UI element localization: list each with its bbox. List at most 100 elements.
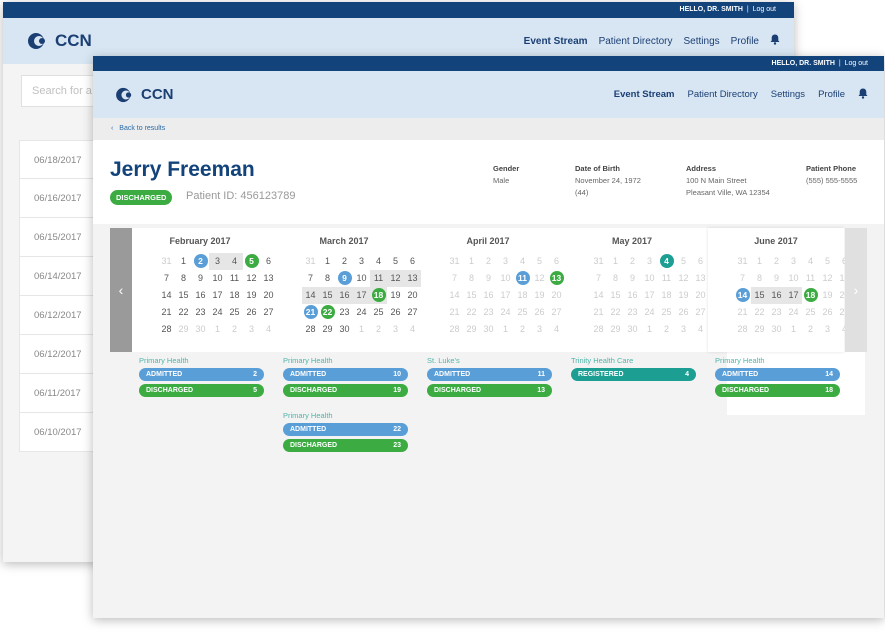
bell-icon[interactable] [770,34,780,48]
calendar-day[interactable]: 25 [370,304,387,321]
calendar-day[interactable]: 1 [353,321,370,338]
discharged-event[interactable]: DISCHARGED 13 [427,384,552,397]
calendar-day[interactable]: 31 [158,253,175,270]
calendar-day[interactable]: 12 [387,270,404,287]
calendar-day[interactable]: 17 [497,287,514,304]
calendar-day[interactable]: 23 [768,304,785,321]
calendar-day[interactable]: 29 [607,321,624,338]
calendar-day[interactable]: 11 [658,270,675,287]
calendar-day[interactable]: 2 [514,321,531,338]
calendar-day[interactable]: 2 [658,321,675,338]
calendar-day[interactable]: 12 [531,270,548,287]
calendar-day[interactable]: 16 [624,287,641,304]
calendar-day[interactable]: 14 [734,287,751,304]
calendar-day[interactable]: 14 [590,287,607,304]
calendar-day[interactable]: 11 [370,270,387,287]
admitted-event[interactable]: ADMITTED 14 [715,368,840,381]
calendar-day[interactable]: 17 [641,287,658,304]
calendar-day[interactable]: 5 [387,253,404,270]
calendar-day[interactable]: 3 [641,253,658,270]
calendar-day[interactable]: 30 [768,321,785,338]
bell-icon[interactable] [858,88,868,102]
calendar-day[interactable]: 9 [480,270,497,287]
calendar-day[interactable]: 7 [446,270,463,287]
prev-month-button[interactable]: ‹ [110,228,132,352]
calendar-day[interactable]: 4 [548,321,565,338]
calendar-day[interactable]: 4 [226,253,243,270]
calendar-day[interactable]: 20 [404,287,421,304]
calendar-day[interactable]: 30 [480,321,497,338]
calendar-day[interactable]: 12 [243,270,260,287]
nav-event-stream[interactable]: Event Stream [524,36,588,47]
calendar-day[interactable]: 4 [404,321,421,338]
calendar-day[interactable]: 18 [658,287,675,304]
calendar-day[interactable]: 2 [768,253,785,270]
calendar-day[interactable]: 21 [158,304,175,321]
calendar-day[interactable]: 3 [497,253,514,270]
calendar-day[interactable]: 28 [590,321,607,338]
calendar-day[interactable]: 15 [607,287,624,304]
calendar-day[interactable]: 28 [302,321,319,338]
calendar-day[interactable]: 3 [387,321,404,338]
calendar-day[interactable]: 21 [734,304,751,321]
calendar-day[interactable]: 5 [243,253,260,270]
calendar-day[interactable]: 31 [734,253,751,270]
logo[interactable]: CCN [115,86,174,103]
logo[interactable]: CCN [27,31,92,51]
calendar-day[interactable]: 15 [751,287,768,304]
calendar-day[interactable]: 1 [785,321,802,338]
calendar-day[interactable]: 1 [497,321,514,338]
calendar-day[interactable]: 12 [675,270,692,287]
calendar-day[interactable]: 10 [353,270,370,287]
calendar-day[interactable]: 13 [404,270,421,287]
calendar-day[interactable]: 9 [768,270,785,287]
calendar-day[interactable]: 2 [624,253,641,270]
discharged-event[interactable]: DISCHARGED 19 [283,384,408,397]
calendar-day[interactable]: 24 [497,304,514,321]
calendar-day[interactable]: 19 [243,287,260,304]
calendar-day[interactable]: 11 [802,270,819,287]
nav-patient-directory[interactable]: Patient Directory [688,89,758,100]
calendar-day[interactable]: 3 [675,321,692,338]
calendar-day[interactable]: 1 [175,253,192,270]
next-month-button[interactable]: › [845,228,867,352]
back-to-results-link[interactable]: Back to results [119,125,165,132]
calendar-day[interactable]: 24 [353,304,370,321]
calendar-day[interactable]: 31 [446,253,463,270]
calendar-day[interactable]: 18 [802,287,819,304]
calendar-day[interactable]: 3 [785,253,802,270]
calendar-day[interactable]: 7 [590,270,607,287]
calendar-day[interactable]: 17 [209,287,226,304]
calendar-day[interactable]: 5 [531,253,548,270]
calendar-day[interactable]: 4 [514,253,531,270]
calendar-day[interactable]: 30 [336,321,353,338]
calendar-day[interactable]: 21 [302,304,319,321]
calendar-day[interactable]: 28 [446,321,463,338]
admitted-event[interactable]: ADMITTED 2 [139,368,264,381]
calendar-day[interactable]: 1 [607,253,624,270]
facility-name[interactable]: Primary Health [283,356,408,365]
calendar-day[interactable]: 21 [590,304,607,321]
calendar-day[interactable]: 26 [243,304,260,321]
calendar-day[interactable]: 2 [480,253,497,270]
calendar-day[interactable]: 26 [675,304,692,321]
nav-settings[interactable]: Settings [684,36,720,47]
calendar-day[interactable]: 29 [751,321,768,338]
calendar-day[interactable]: 10 [209,270,226,287]
calendar-day[interactable]: 18 [370,287,387,304]
calendar-day[interactable]: 26 [531,304,548,321]
nav-event-stream[interactable]: Event Stream [614,89,675,100]
calendar-day[interactable]: 20 [692,287,709,304]
calendar-day[interactable]: 27 [692,304,709,321]
calendar-day[interactable]: 2 [192,253,209,270]
calendar-day[interactable]: 14 [446,287,463,304]
calendar-day[interactable]: 26 [819,304,836,321]
calendar-day[interactable]: 3 [353,253,370,270]
calendar-day[interactable]: 1 [751,253,768,270]
facility-name[interactable]: St. Luke's [427,356,552,365]
calendar-day[interactable]: 6 [404,253,421,270]
calendar-day[interactable]: 8 [607,270,624,287]
facility-name[interactable]: Primary Health [283,411,408,420]
calendar-day[interactable]: 8 [175,270,192,287]
calendar-day[interactable]: 25 [802,304,819,321]
